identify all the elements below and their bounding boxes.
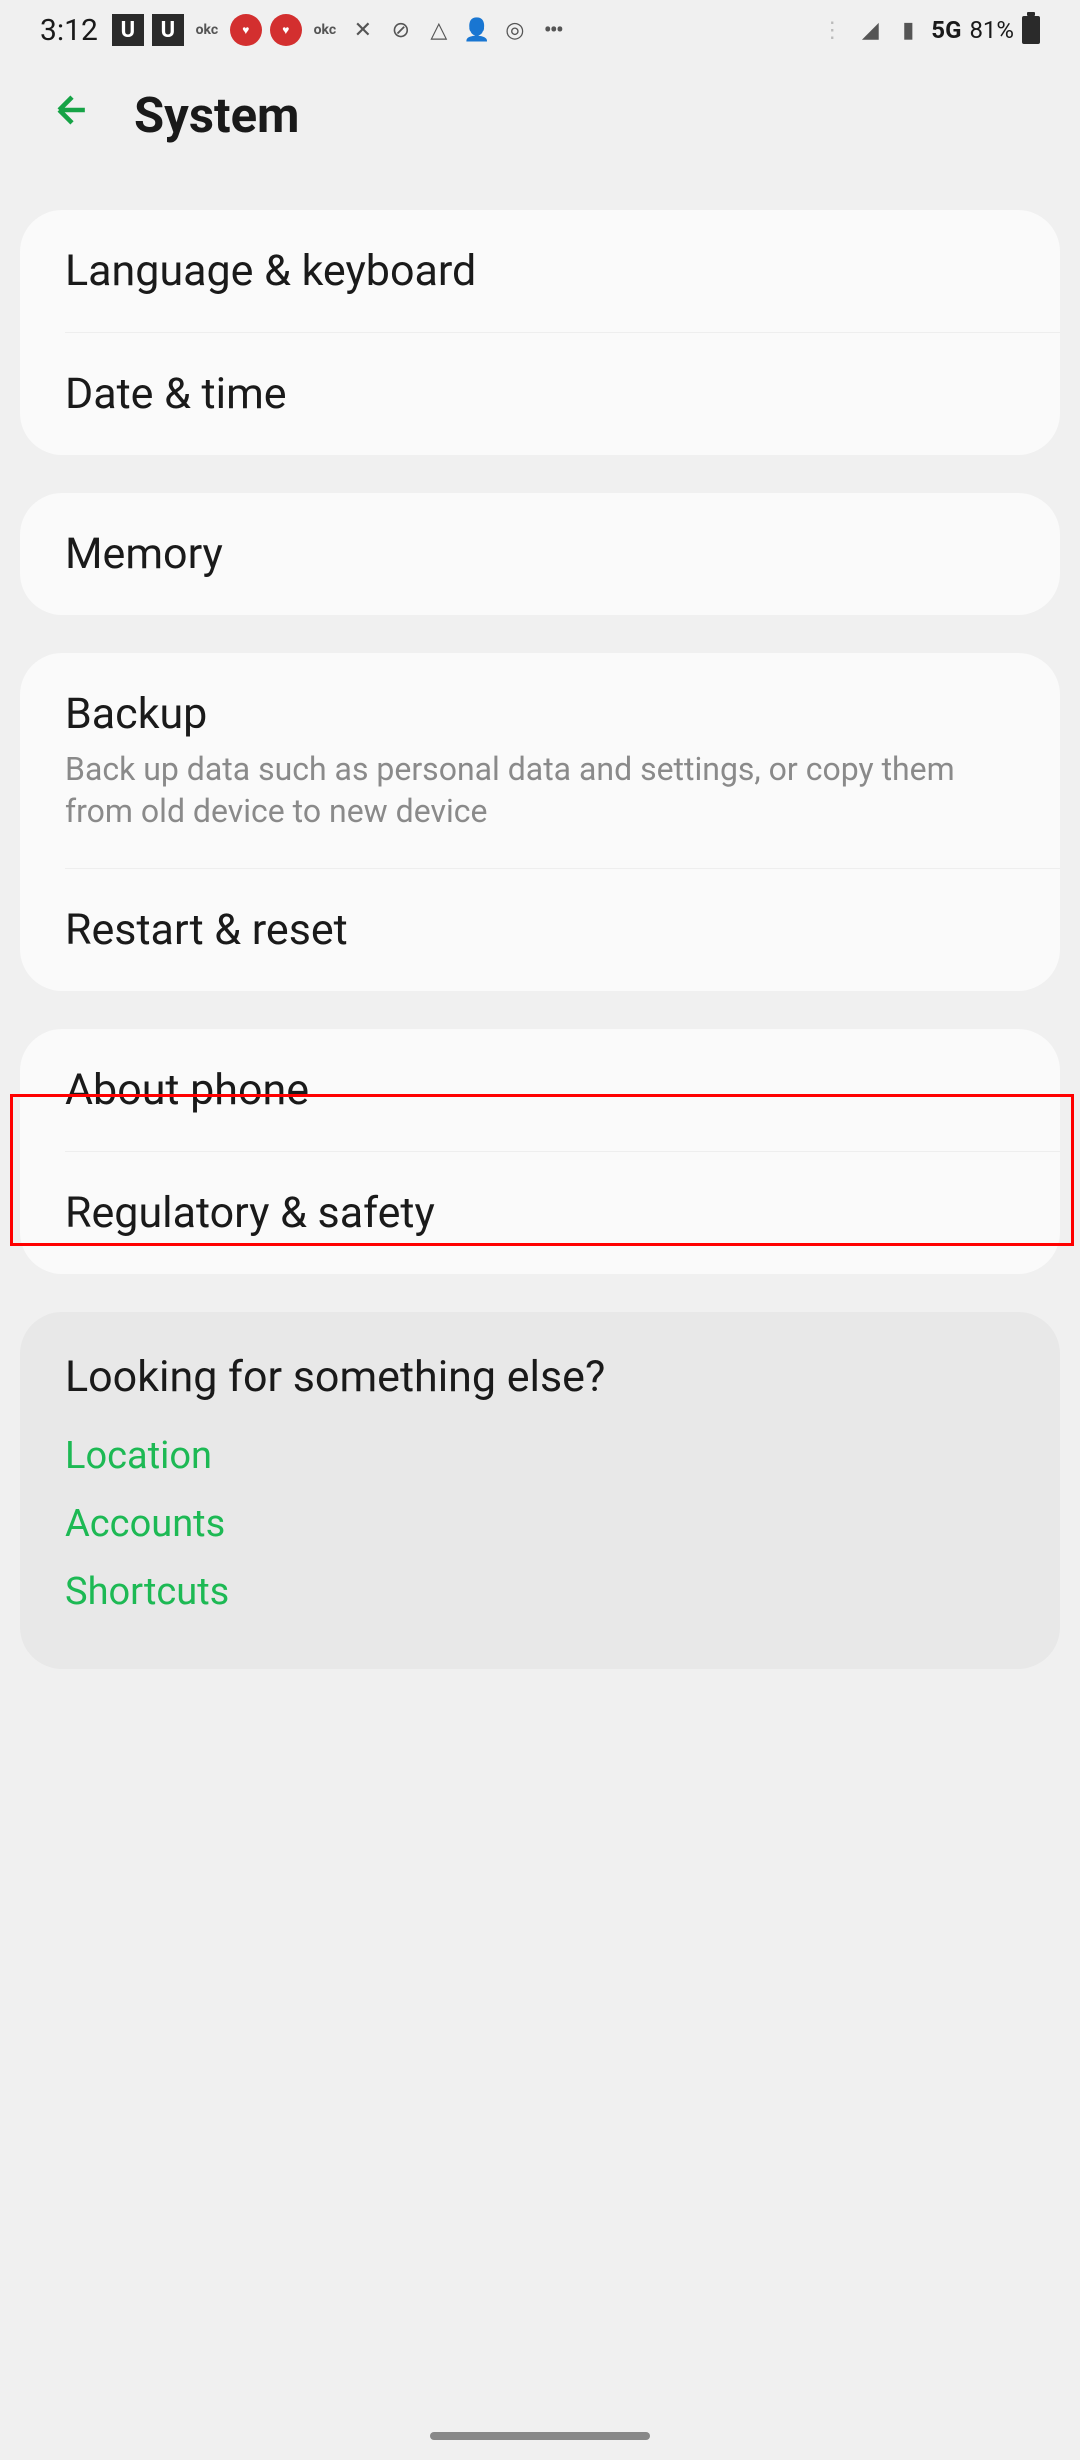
- card-suggestions: Looking for something else? Location Acc…: [20, 1312, 1060, 1669]
- menu-label-backup: Backup: [65, 689, 1015, 739]
- menu-subtitle-backup: Back up data such as personal data and s…: [65, 749, 1015, 832]
- menu-label-memory: Memory: [65, 529, 1015, 579]
- wifi-icon: ◢: [855, 15, 885, 45]
- menu-label-restart-reset: Restart & reset: [65, 905, 1015, 955]
- menu-item-memory[interactable]: Memory: [20, 493, 1060, 615]
- status-right: ⋮ ◢ ▮ 5G 81%: [817, 15, 1040, 45]
- menu-label-date-time: Date & time: [65, 369, 1015, 419]
- warning-icon: △: [424, 15, 454, 45]
- app-icon-u2: U: [152, 14, 184, 46]
- suggestion-link-accounts[interactable]: Accounts: [65, 1502, 1015, 1546]
- menu-item-restart-reset[interactable]: Restart & reset: [20, 869, 1060, 991]
- suggestion-link-location[interactable]: Location: [65, 1434, 1015, 1478]
- menu-label-regulatory-safety: Regulatory & safety: [65, 1188, 1015, 1238]
- status-bar: 3:12 U U okc ♥ ♥ okc ✕ ⊘ △ 👤 ◎ ••• ⋮ ◢ ▮…: [0, 0, 1080, 60]
- status-time: 3:12: [40, 13, 98, 48]
- signal-icon: ▮: [893, 15, 923, 45]
- suggestion-link-shortcuts[interactable]: Shortcuts: [65, 1570, 1015, 1614]
- card-group-3: Backup Back up data such as personal dat…: [20, 653, 1060, 991]
- battery-percent: 81%: [969, 16, 1014, 44]
- bluetooth-icon: ⋮: [817, 15, 847, 45]
- suggestions-title: Looking for something else?: [65, 1352, 1015, 1402]
- cvs-icon-2: ♥: [270, 14, 302, 46]
- navigation-indicator[interactable]: [430, 2432, 650, 2440]
- card-group-2: Memory: [20, 493, 1060, 615]
- more-icon: •••: [538, 15, 568, 45]
- page-title: System: [134, 87, 300, 144]
- content-area: Language & keyboard Date & time Memory B…: [0, 170, 1080, 1669]
- back-arrow-icon[interactable]: [50, 87, 94, 144]
- menu-item-about-phone[interactable]: About phone: [20, 1029, 1060, 1151]
- check-circle-icon: ⊘: [386, 15, 416, 45]
- menu-label-about-phone: About phone: [65, 1065, 1015, 1115]
- status-left: 3:12 U U okc ♥ ♥ okc ✕ ⊘ △ 👤 ◎ •••: [40, 13, 568, 48]
- menu-item-date-time[interactable]: Date & time: [20, 333, 1060, 455]
- instagram-icon: ◎: [500, 15, 530, 45]
- okc-icon-1: okc: [192, 15, 222, 45]
- cvs-icon-1: ♥: [230, 14, 262, 46]
- card-group-1: Language & keyboard Date & time: [20, 210, 1060, 455]
- okc-icon-2: okc: [310, 15, 340, 45]
- missed-call-icon: ✕: [348, 15, 378, 45]
- battery-icon: [1022, 16, 1040, 44]
- app-icon-u1: U: [112, 14, 144, 46]
- menu-label-language-keyboard: Language & keyboard: [65, 246, 1015, 296]
- card-group-4: About phone Regulatory & safety: [20, 1029, 1060, 1274]
- menu-item-regulatory-safety[interactable]: Regulatory & safety: [20, 1152, 1060, 1274]
- menu-item-backup[interactable]: Backup Back up data such as personal dat…: [20, 653, 1060, 868]
- page-header: System: [0, 60, 1080, 170]
- network-type: 5G: [931, 16, 961, 44]
- person-icon: 👤: [462, 15, 492, 45]
- menu-item-language-keyboard[interactable]: Language & keyboard: [20, 210, 1060, 332]
